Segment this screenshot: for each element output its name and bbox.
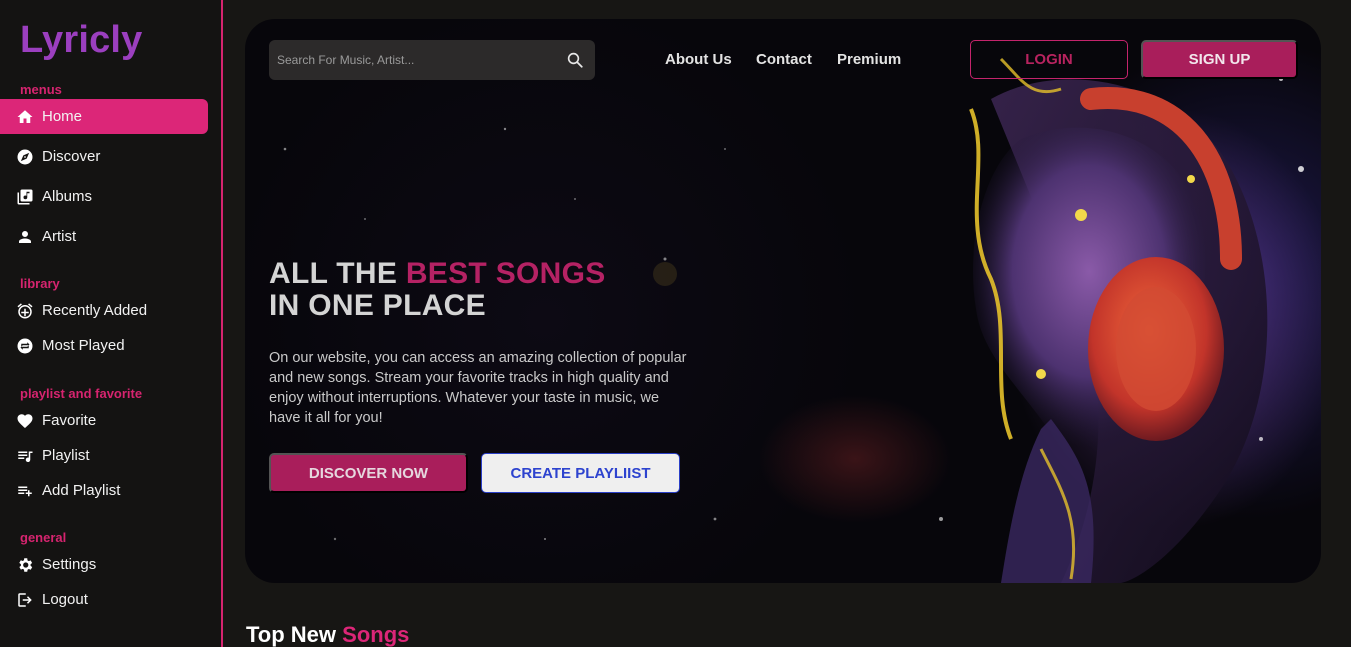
album-library-icon [16, 188, 34, 206]
sidebar-item-artist[interactable]: Artist [0, 219, 208, 254]
section-label-general: general [20, 530, 67, 545]
sidebar-item-label: Favorite [42, 412, 97, 429]
search-icon[interactable] [565, 50, 585, 70]
nav-link-about[interactable]: About Us [665, 51, 732, 68]
signup-button[interactable]: SIGN UP [1141, 40, 1298, 79]
sidebar-item-logout[interactable]: Logout [0, 582, 208, 617]
sidebar-item-albums[interactable]: Albums [0, 179, 208, 214]
heart-icon [16, 412, 34, 430]
sidebar-item-recently-added[interactable]: Recently Added [0, 293, 208, 328]
sidebar-item-label: Recently Added [42, 302, 148, 319]
alarm-clock-icon [16, 302, 34, 320]
sidebar-item-label: Home [42, 108, 83, 125]
sidebar-item-label: Albums [42, 188, 93, 205]
sidebar-item-settings[interactable]: Settings [0, 547, 208, 582]
hero-headline: ALL THE BEST SONGS IN ONE PLACE [269, 258, 606, 322]
sidebar-item-most-played[interactable]: Most Played [0, 328, 208, 363]
section-title-accent: Songs [342, 622, 410, 647]
sidebar-item-label: Settings [42, 556, 97, 573]
compass-icon [16, 148, 34, 166]
sidebar-item-label: Most Played [42, 337, 125, 354]
playlist-add-icon [16, 482, 34, 500]
search-bar[interactable] [269, 40, 595, 80]
section-title-text: Top New [246, 622, 343, 647]
person-icon [16, 228, 34, 246]
playlist-icon [16, 447, 34, 465]
sidebar-item-discover[interactable]: Discover [0, 139, 208, 174]
login-button[interactable]: LOGIN [970, 40, 1128, 79]
sidebar-item-favorite[interactable]: Favorite [0, 403, 208, 438]
nav-link-contact[interactable]: Contact [756, 51, 812, 68]
sidebar-item-add-playlist[interactable]: Add Playlist [0, 473, 208, 508]
section-label-menus: menus [20, 82, 62, 97]
nav-link-premium[interactable]: Premium [837, 51, 901, 68]
search-input[interactable] [277, 53, 565, 67]
headline-text: ALL THE [269, 257, 406, 290]
headline-line2: IN ONE PLACE [269, 289, 486, 322]
sidebar-item-label: Logout [42, 591, 88, 608]
app-logo[interactable]: Lyricly [20, 19, 143, 62]
headline-accent: BEST SONGS [405, 257, 606, 290]
section-title-top-new-songs: Top New Songs [246, 622, 409, 647]
section-label-playlist: playlist and favorite [20, 386, 143, 401]
sidebar-item-label: Playlist [42, 447, 90, 464]
sidebar-item-playlist[interactable]: Playlist [0, 438, 208, 473]
sidebar-item-label: Artist [42, 228, 77, 245]
create-playlist-button[interactable]: CREATE PLAYLIIST [481, 453, 680, 493]
sidebar-item-label: Add Playlist [42, 482, 121, 499]
hero-banner: About Us Contact Premium LOGIN SIGN UP A… [245, 19, 1321, 583]
section-label-library: library [20, 276, 60, 291]
logout-icon [16, 591, 34, 609]
hero-illustration [939, 57, 1304, 583]
repeat-circle-icon [16, 337, 34, 355]
sidebar-item-label: Discover [42, 148, 101, 165]
hero-description: On our website, you can access an amazin… [269, 350, 687, 426]
sidebar-item-home[interactable]: Home [0, 99, 208, 134]
gear-icon [16, 556, 34, 574]
discover-now-button[interactable]: DISCOVER NOW [269, 453, 468, 493]
home-icon [16, 108, 34, 126]
sidebar: Lyricly menus Home Discover Albums Artis… [0, 0, 223, 647]
